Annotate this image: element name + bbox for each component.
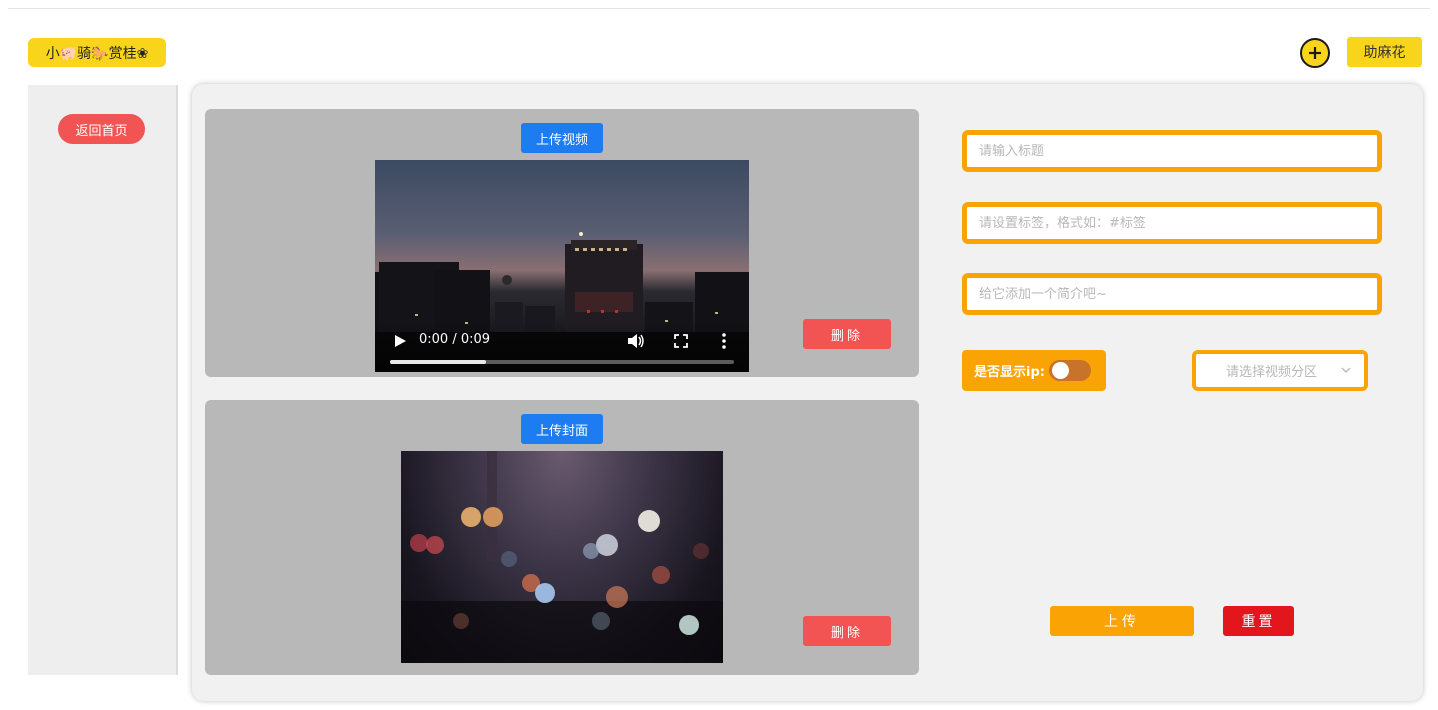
show-ip-setting: 是否显示ip: xyxy=(962,350,1106,391)
site-logo[interactable]: 小🐖骑🐎赏桂❀ xyxy=(28,38,166,67)
delete-video-button[interactable]: 删除 xyxy=(803,319,891,349)
delete-cover-label: 删除 xyxy=(830,625,863,641)
video-player[interactable]: 0:00 / 0:09 xyxy=(375,160,749,372)
helper-button[interactable]: 助麻花 xyxy=(1347,37,1422,67)
intro-input[interactable] xyxy=(979,286,1377,302)
player-time: 0:00 / 0:09 xyxy=(419,332,491,347)
video-panel: 上传视频 0:00 / 0:09 删除 xyxy=(205,109,919,377)
upload-video-button[interactable]: 上传视频 xyxy=(521,123,603,153)
toggle-knob xyxy=(1051,362,1069,379)
volume-icon[interactable] xyxy=(627,333,645,349)
logo-text: 小🐖骑🐎赏桂❀ xyxy=(45,45,149,62)
upload-video-label: 上传视频 xyxy=(535,132,588,148)
player-controls: 0:00 / 0:09 xyxy=(375,322,749,372)
upload-cover-label: 上传封面 xyxy=(535,423,588,439)
video-progress-bar[interactable] xyxy=(390,360,734,364)
category-select-placeholder: 请选择视频分区 xyxy=(1226,365,1318,380)
play-icon[interactable] xyxy=(393,334,407,348)
plus-circle-icon xyxy=(1309,47,1321,59)
reset-label: 重置 xyxy=(1241,614,1276,630)
title-field[interactable] xyxy=(962,130,1382,172)
cover-bokeh-image xyxy=(401,451,723,663)
tags-field[interactable] xyxy=(962,202,1382,244)
fullscreen-icon[interactable] xyxy=(673,333,689,349)
upload-button[interactable]: 上传 xyxy=(1050,606,1194,636)
chevron-down-icon xyxy=(1341,367,1351,373)
category-select[interactable]: 请选择视频分区 xyxy=(1192,350,1368,391)
video-progress-fill xyxy=(390,360,487,364)
tags-input[interactable] xyxy=(979,215,1377,231)
add-button[interactable] xyxy=(1300,38,1330,68)
reset-button[interactable]: 重置 xyxy=(1223,606,1294,636)
delete-video-label: 删除 xyxy=(830,328,863,344)
delete-cover-button[interactable]: 删除 xyxy=(803,616,891,646)
title-input[interactable] xyxy=(979,143,1377,159)
show-ip-toggle[interactable] xyxy=(1048,360,1091,381)
cover-panel: 上传封面 删除 xyxy=(205,400,919,675)
back-home-label: 返回首页 xyxy=(75,123,128,139)
intro-field[interactable] xyxy=(962,273,1382,315)
show-ip-label: 是否显示ip: xyxy=(974,365,1045,380)
cover-image xyxy=(401,451,723,663)
upload-label: 上传 xyxy=(1104,614,1140,630)
helper-label: 助麻花 xyxy=(1363,45,1406,61)
back-home-button[interactable]: 返回首页 xyxy=(58,114,145,144)
sidebar: 返回首页 xyxy=(28,85,178,675)
upload-cover-button[interactable]: 上传封面 xyxy=(521,414,603,444)
more-vertical-icon[interactable] xyxy=(721,332,727,350)
top-divider xyxy=(8,8,1430,9)
